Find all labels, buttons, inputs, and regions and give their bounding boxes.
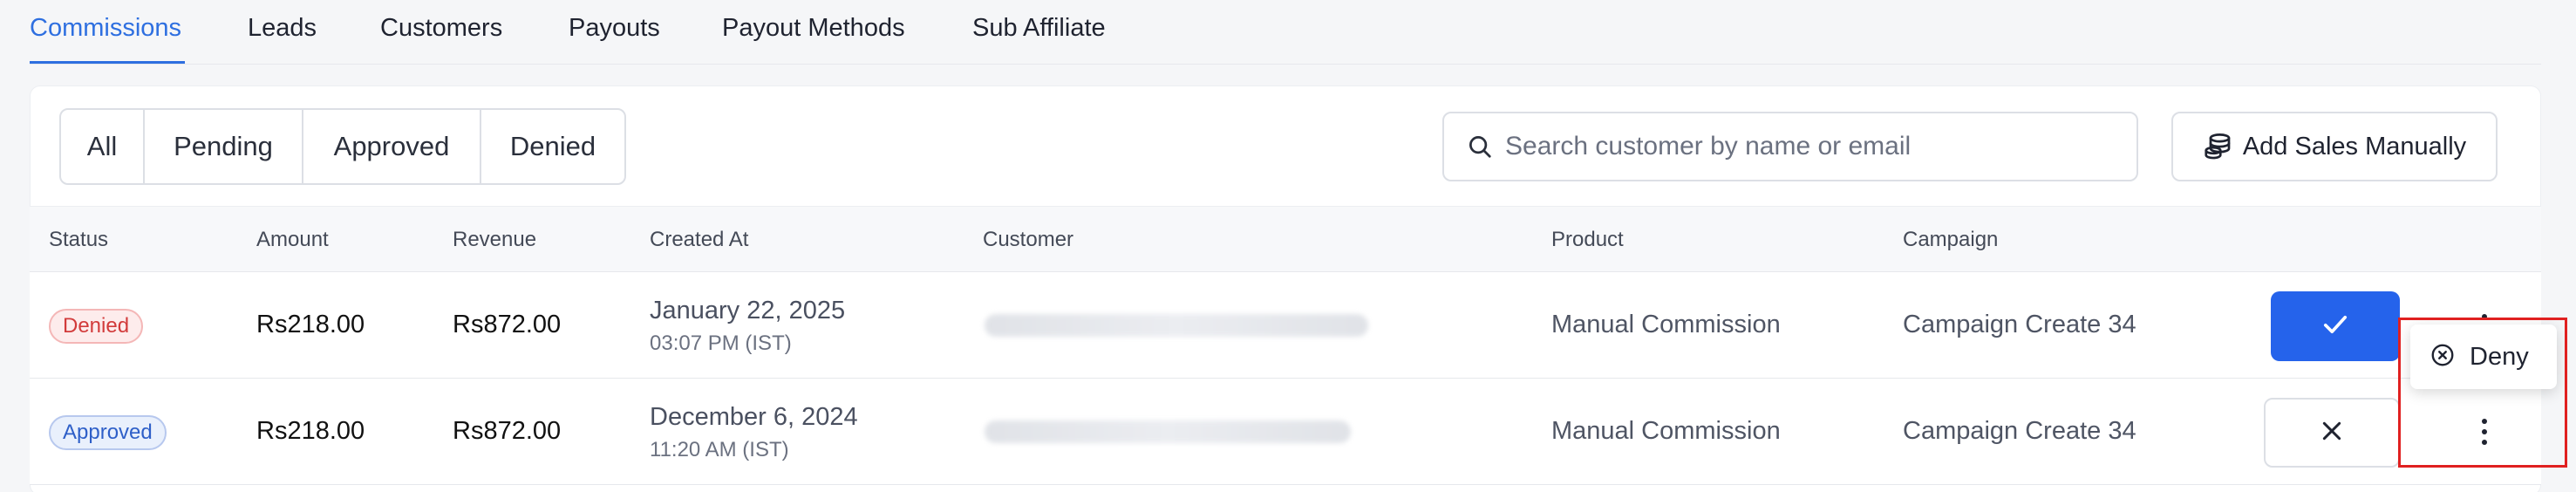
column-status: Status: [49, 228, 109, 251]
table-header: Status Amount Revenue Created At Custome…: [30, 206, 2541, 272]
highlight-box: [2398, 318, 2567, 468]
product-value: Manual Commission: [1551, 311, 1781, 338]
column-customer: Customer: [983, 228, 1074, 251]
filter-pending-button[interactable]: Pending: [145, 110, 303, 183]
add-sales-manually-button[interactable]: Add Sales Manually: [2171, 112, 2498, 181]
table-row: Approved Rs218.00 Rs872.00 December 6, 2…: [30, 379, 2541, 485]
revenue-value: Rs872.00: [453, 417, 562, 445]
add-sales-label: Add Sales Manually: [2242, 132, 2467, 161]
amount-value: Rs218.00: [256, 417, 365, 445]
customer-email-redacted: [985, 420, 1351, 443]
status-badge: Denied: [49, 309, 144, 344]
coins-icon: [2203, 131, 2234, 162]
tab-payout-methods[interactable]: Payout Methods: [722, 12, 905, 44]
tab-sub-affiliate[interactable]: Sub Affiliate: [972, 12, 1106, 44]
tab-customers[interactable]: Customers: [380, 12, 502, 44]
product-value: Manual Commission: [1551, 417, 1781, 445]
revenue-value: Rs872.00: [453, 311, 562, 338]
status-filter: All Pending Approved Denied: [59, 108, 626, 185]
search-input[interactable]: [1505, 132, 2116, 161]
search-icon: [1465, 132, 1495, 161]
tab-divider: [30, 64, 2541, 65]
approve-button[interactable]: [2271, 291, 2400, 361]
created-date: January 22, 2025: [650, 297, 846, 325]
check-icon: [2320, 309, 2351, 345]
column-campaign: Campaign: [1903, 228, 1999, 251]
table-row: Denied Rs218.00 Rs872.00 January 22, 202…: [30, 272, 2541, 379]
campaign-value: Campaign Create 34: [1903, 417, 2136, 445]
deny-button[interactable]: [2264, 398, 2400, 468]
close-icon: [2318, 417, 2346, 449]
tab-bar: Commissions Leads Customers Payouts Payo…: [0, 0, 2576, 65]
column-product: Product: [1551, 228, 1624, 251]
amount-value: Rs218.00: [256, 311, 365, 338]
filter-all-button[interactable]: All: [61, 110, 145, 183]
created-date: December 6, 2024: [650, 403, 858, 431]
column-revenue: Revenue: [453, 228, 537, 251]
tab-payouts[interactable]: Payouts: [569, 12, 660, 44]
filter-denied-button[interactable]: Denied: [481, 110, 624, 183]
status-badge: Approved: [49, 415, 167, 450]
filter-approved-button[interactable]: Approved: [303, 110, 481, 183]
search-box: [1442, 112, 2138, 181]
tab-leads[interactable]: Leads: [248, 12, 317, 44]
campaign-value: Campaign Create 34: [1903, 311, 2136, 338]
column-amount: Amount: [256, 228, 329, 251]
column-created-at: Created At: [650, 228, 749, 251]
tab-commissions[interactable]: Commissions: [30, 12, 181, 44]
customer-email-redacted: [985, 314, 1368, 337]
created-time: 11:20 AM (IST): [650, 438, 789, 461]
created-time: 03:07 PM (IST): [650, 331, 792, 355]
